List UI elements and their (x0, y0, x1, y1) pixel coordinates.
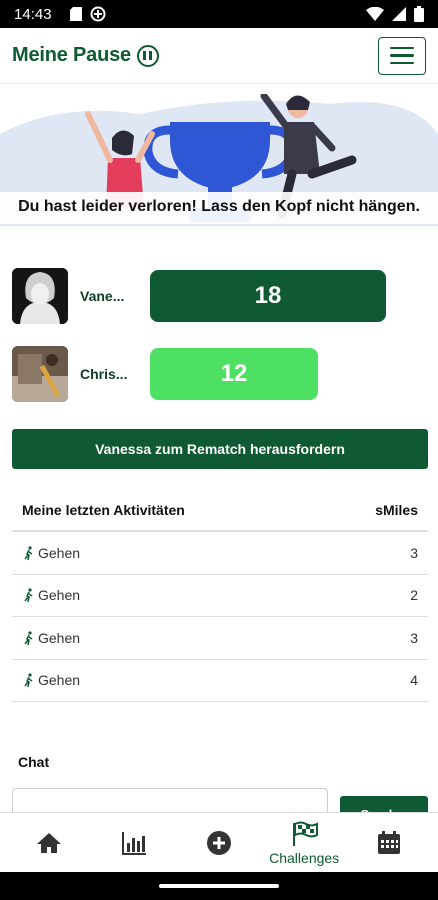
hamburger-menu-button[interactable] (378, 36, 426, 75)
home-icon (36, 832, 61, 853)
activity-label: Gehen (38, 587, 81, 604)
result-message: Du hast leider verloren! Lass den Kopf n… (0, 192, 438, 224)
flag-icon (293, 821, 319, 846)
nav-challenges[interactable]: Challenges (269, 815, 339, 871)
activities-title: Meine letzten Aktivitäten (22, 502, 185, 518)
status-time: 14:43 (14, 5, 52, 23)
score-bar: 18 (150, 270, 386, 322)
walking-icon (24, 588, 33, 603)
nav-challenges-label: Challenges (269, 849, 340, 866)
activity-value: 3 (410, 544, 418, 561)
player-row-opponent: Vane... 18 (12, 268, 386, 324)
activity-value: 3 (410, 629, 418, 646)
pause-icon (136, 44, 159, 67)
chat-label: Chat (18, 754, 50, 770)
activity-label: Gehen (38, 629, 81, 646)
nav-calendar[interactable] (354, 815, 424, 871)
table-row: Gehen 3 (12, 532, 428, 575)
nav-home[interactable] (14, 815, 84, 871)
activity-label: Gehen (38, 544, 81, 561)
gesture-bar (0, 872, 438, 900)
status-bar: 14:43 (0, 0, 438, 28)
smiles-column-header: sMiles (375, 502, 418, 518)
score-bar: 12 (150, 348, 318, 400)
table-header: Meine letzten Aktivitäten sMiles (12, 496, 428, 532)
vpn-icon (90, 6, 106, 22)
nav-statistics[interactable] (99, 815, 169, 871)
bottom-navigation: Challenges (0, 812, 438, 872)
player-name: Chris... (80, 366, 128, 382)
app-header: Meine Pause (0, 28, 438, 84)
wifi-icon (366, 7, 384, 21)
signal-icon (392, 7, 406, 21)
calendar-icon (378, 830, 401, 854)
rematch-button[interactable]: Vanessa zum Rematch herausfordern (12, 429, 428, 469)
table-row: Gehen 3 (12, 617, 428, 660)
table-row: Gehen 2 (12, 575, 428, 617)
add-circle-icon (206, 830, 231, 855)
player-name: Vane... (80, 288, 125, 304)
home-gesture-handle[interactable] (159, 884, 279, 888)
table-row: Gehen 4 (12, 660, 428, 702)
avatar (12, 268, 68, 324)
brand-logo[interactable]: Meine Pause (12, 44, 131, 67)
nav-add[interactable] (184, 815, 254, 871)
activities-table: Meine letzten Aktivitäten sMiles Gehen 3… (12, 496, 428, 702)
battery-icon (414, 6, 424, 22)
walking-icon (24, 673, 33, 688)
activity-label: Gehen (38, 672, 81, 689)
player-row-self: Chris... 12 (12, 346, 318, 402)
walking-icon (24, 631, 33, 645)
app-screen: Meine Pause Du hast leider verloren! Las… (0, 28, 438, 872)
activity-value: 2 (410, 587, 418, 604)
chart-icon (121, 831, 146, 855)
sd-card-icon (69, 7, 82, 21)
avatar (12, 346, 68, 402)
walking-icon (24, 546, 33, 560)
activity-value: 4 (410, 672, 418, 689)
